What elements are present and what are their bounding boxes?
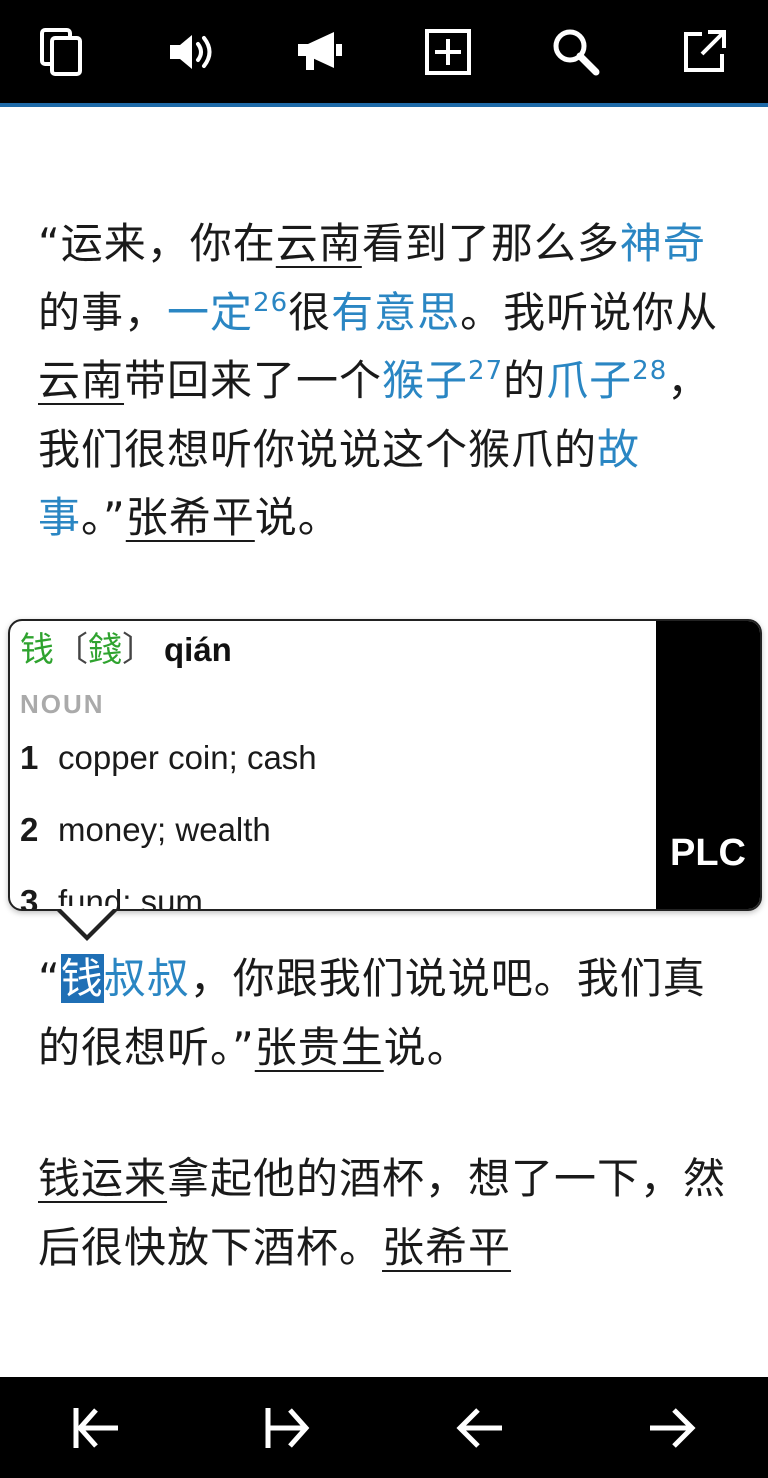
word-zhangxiping[interactable]: 张希平	[126, 493, 255, 542]
footnote-26[interactable]: 26	[253, 288, 288, 318]
word-houzi[interactable]: 猴子	[382, 356, 468, 405]
bracket-open: 〔	[54, 630, 88, 670]
sense-1: 1 copper coin; cash	[20, 738, 648, 778]
traditional-char: 錢	[88, 630, 122, 670]
search-icon	[553, 29, 600, 75]
word-zhuazi[interactable]: 爪子	[546, 356, 632, 405]
plc-label: PLC	[670, 832, 746, 874]
top-toolbar	[0, 0, 768, 107]
open-external-button[interactable]	[668, 16, 740, 88]
headword: 钱〔錢〕 qián	[20, 627, 648, 673]
plc-button[interactable]: PLC	[656, 621, 760, 909]
dictionary-popup: 钱〔錢〕 qián NOUN 1 copper coin; cash 2 mone…	[8, 619, 762, 941]
text-segment: 说。	[383, 1022, 470, 1072]
word-yunnan[interactable]: 云南	[276, 219, 362, 268]
simplified-char: 钱	[20, 630, 54, 670]
text-segment: 看到了那么多	[361, 219, 620, 268]
search-button[interactable]	[540, 16, 612, 88]
quote-mark: “	[38, 954, 61, 1003]
paragraph-2: “钱叔叔，你跟我们说说吧。我们真的很想听。”张贵生说。	[38, 945, 738, 1082]
announce-button[interactable]	[284, 16, 356, 88]
bracket-close: 〕	[122, 630, 156, 670]
popup-entry[interactable]: 钱〔錢〕 qián NOUN 1 copper coin; cash 2 mone…	[10, 621, 658, 909]
text-segment: 。”	[81, 493, 126, 542]
text-segment: ，你在	[146, 219, 276, 268]
quote-mark: “	[38, 219, 61, 268]
selected-character-qian[interactable]: 钱	[60, 954, 104, 1003]
text-segment: 很	[288, 287, 332, 337]
previous-button[interactable]	[440, 1388, 520, 1468]
bottom-toolbar	[0, 1377, 768, 1478]
speaker-icon	[170, 34, 212, 69]
text-segment: 的	[503, 356, 547, 405]
text-segment: 带回来了一个	[124, 356, 383, 405]
word-shenqi[interactable]: 神奇	[620, 219, 706, 268]
word-yunlai[interactable]: 运来	[61, 219, 147, 268]
word-zhangguisheng[interactable]: 张贵生	[255, 1023, 384, 1072]
skip-to-start-icon	[73, 1407, 118, 1448]
text-segment: 说。	[254, 493, 341, 542]
popup-pointer	[55, 906, 119, 941]
text-segment: 。我听说你从	[460, 287, 719, 337]
last-button[interactable]	[248, 1388, 328, 1468]
speak-button[interactable]	[156, 16, 228, 88]
arrow-right-icon	[650, 1407, 696, 1448]
copy-icon	[40, 27, 82, 76]
paragraph-3: 钱运来拿起他的酒杯，想了一下，然后很快放下酒杯。张希平	[38, 1145, 738, 1282]
word-zhangxiping[interactable]: 张希平	[382, 1223, 511, 1272]
external-link-icon	[684, 29, 726, 72]
add-box-icon	[425, 28, 471, 75]
word-youyisi[interactable]: 有意思	[331, 288, 460, 337]
next-button[interactable]	[632, 1388, 712, 1468]
sense-3: 3 fund; sum	[20, 882, 648, 909]
part-of-speech: NOUN	[20, 689, 105, 719]
arrow-left-icon	[456, 1407, 502, 1448]
footnote-28[interactable]: 28	[632, 356, 667, 386]
first-button[interactable]	[56, 1388, 136, 1468]
sense-number: 1	[20, 739, 39, 776]
sense-number: 3	[20, 883, 39, 909]
skip-to-end-icon	[265, 1407, 310, 1448]
word-shushu[interactable]: 叔叔	[104, 954, 190, 1003]
sense-text: copper coin; cash	[58, 739, 317, 776]
pinyin: qián	[164, 631, 232, 668]
word-yunnan[interactable]: 云南	[38, 356, 124, 405]
copy-button[interactable]	[28, 16, 100, 88]
paragraph-1: “运来，你在云南看到了那么多神奇的事，一定26很有意思。我听说你从云南带回来了一…	[38, 210, 738, 553]
megaphone-icon	[298, 31, 342, 70]
footnote-27[interactable]: 27	[468, 356, 503, 386]
word-yiding[interactable]: 一定	[167, 288, 253, 337]
sense-text: money; wealth	[58, 811, 271, 848]
sense-text: fund; sum	[58, 883, 203, 909]
word-qianyunlai[interactable]: 钱运来	[38, 1154, 167, 1203]
add-button[interactable]	[412, 16, 484, 88]
text-segment: 的事，	[38, 287, 168, 337]
sense-number: 2	[20, 811, 39, 848]
sense-2: 2 money; wealth	[20, 810, 648, 850]
